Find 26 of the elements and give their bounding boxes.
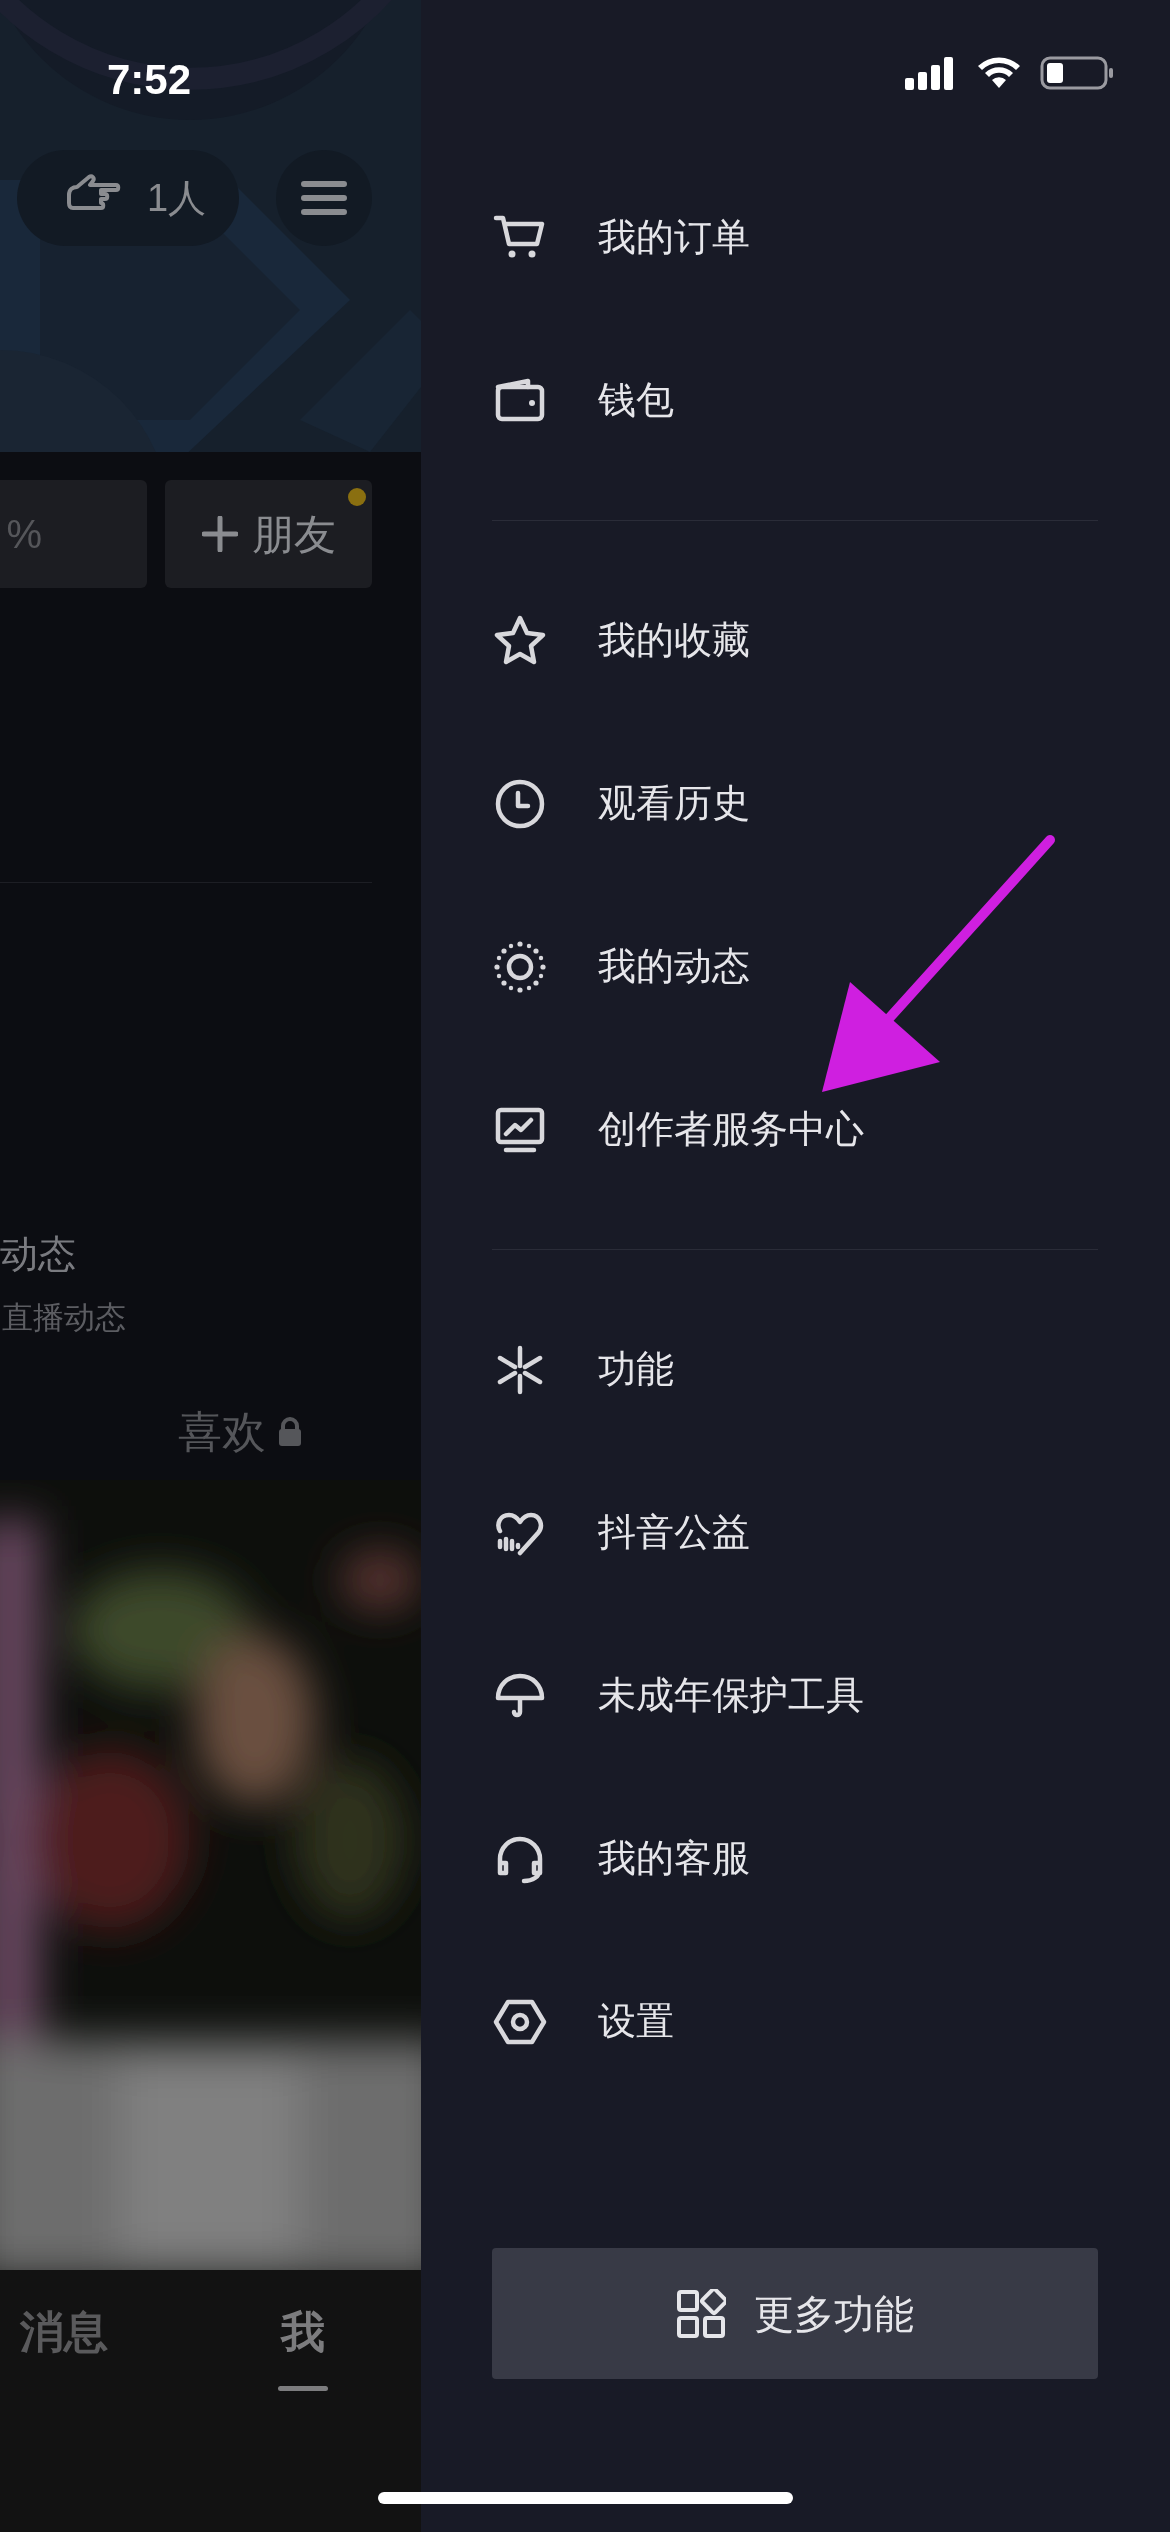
menu-item[interactable]: 创作者服务中心 xyxy=(492,1048,1098,1211)
menu-item[interactable]: 未成年保护工具 xyxy=(492,1614,1098,1777)
status-time: 7:52 xyxy=(107,55,192,105)
menu-item[interactable]: 钱包 xyxy=(492,319,1098,482)
section-subtitle: 直播动态 xyxy=(2,1299,127,1337)
add-friend-button[interactable]: 朋友 xyxy=(165,480,372,588)
menu-item[interactable]: 我的动态 xyxy=(492,885,1098,1048)
menu-item[interactable]: 观看历史 xyxy=(492,722,1098,885)
viewer-count-pill[interactable]: 1人 xyxy=(17,150,239,246)
menu-item[interactable]: 功能 xyxy=(492,1288,1098,1451)
menu-item[interactable]: 我的收藏 xyxy=(492,559,1098,722)
menu-icon xyxy=(301,180,347,216)
menu-item[interactable]: 我的订单 xyxy=(492,156,1098,319)
grid-icon xyxy=(676,2288,726,2339)
sun-icon xyxy=(492,938,548,995)
battery-icon xyxy=(1040,56,1114,90)
tab-button[interactable]: 我 xyxy=(278,2302,328,2391)
wifi-icon xyxy=(976,55,1022,89)
stat-text: % xyxy=(6,511,42,558)
plus-icon xyxy=(201,516,238,552)
section-title: 动态 xyxy=(0,1232,77,1277)
menu-item[interactable]: 我的客服 xyxy=(492,1777,1098,1940)
more-features-button[interactable]: 更多功能 xyxy=(492,2248,1098,2379)
menu-item[interactable]: 设置 xyxy=(492,1940,1098,2103)
viewer-count: 1人 xyxy=(147,175,207,221)
menu-item[interactable]: 抖音公益 xyxy=(492,1451,1098,1614)
